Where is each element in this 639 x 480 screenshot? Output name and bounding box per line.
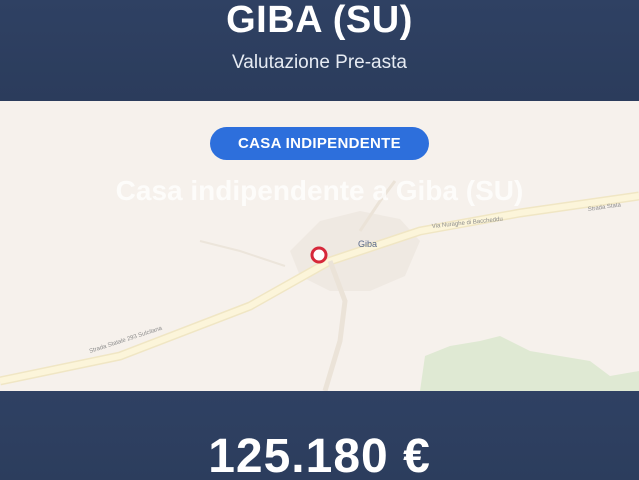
header-banner: GIBA (SU) Valutazione Pre-asta bbox=[0, 0, 639, 101]
price-value: 125.180 € bbox=[208, 430, 431, 480]
minor-road-2 bbox=[199, 240, 286, 267]
city-title: GIBA (SU) bbox=[226, 0, 413, 41]
green-area bbox=[420, 336, 639, 391]
map-overlay-title: Casa indipendente a Giba (SU) bbox=[115, 175, 524, 206]
page-subtitle: Valutazione Pre-asta bbox=[232, 52, 407, 73]
property-type-badge: CASA INDIPENDENTE bbox=[210, 127, 429, 160]
town-label: Giba bbox=[358, 239, 377, 249]
location-marker-icon bbox=[310, 246, 328, 264]
